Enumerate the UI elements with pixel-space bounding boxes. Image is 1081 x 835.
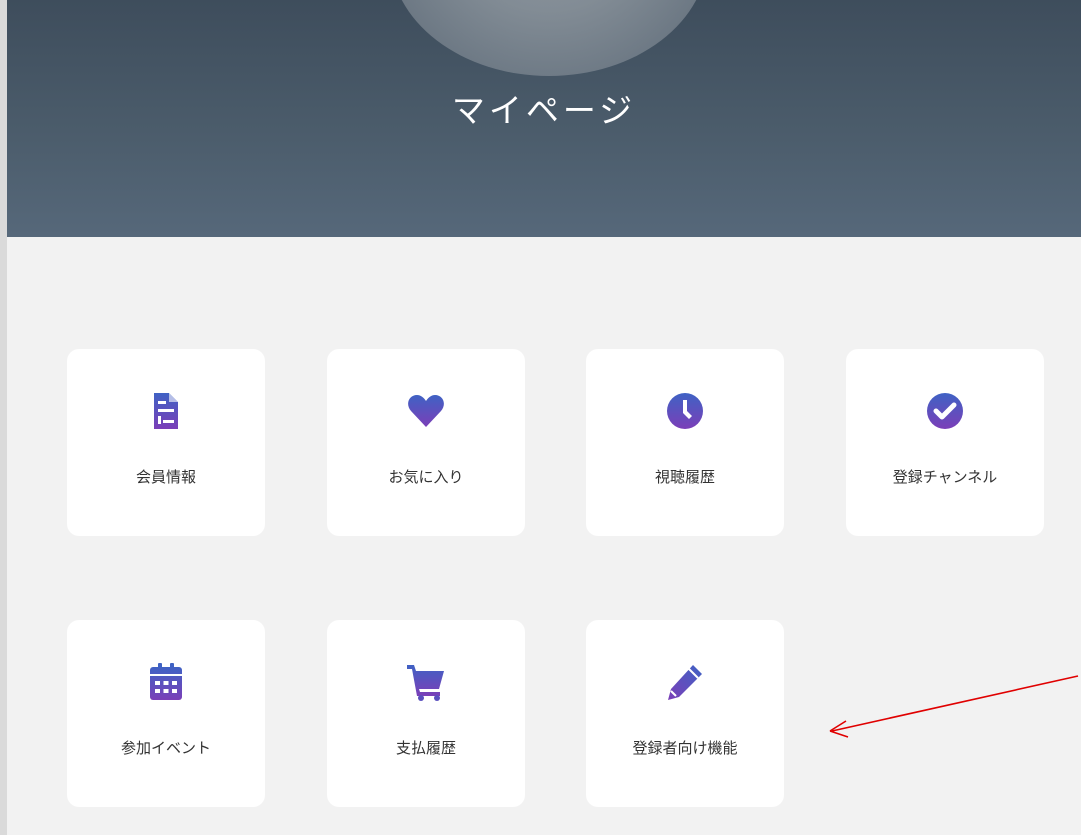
pencil-icon [665,662,705,702]
menu-card-member-info[interactable]: 会員情報 [67,349,265,536]
check-circle-icon [925,391,965,431]
menu-label: 登録チャンネル [892,468,998,486]
menu-card-creator-features[interactable]: 登録者向け機能 [586,620,784,807]
cart-icon [406,662,446,702]
moon-image [390,0,708,76]
menu-card-watch-history[interactable]: 視聴履歴 [586,349,784,536]
annotation-arrow [829,675,1079,738]
menu-label: 支払履歴 [395,739,456,757]
document-icon [146,391,186,431]
page-title: マイページ [451,91,637,130]
clock-icon [665,391,705,431]
menu-card-subscribed-channels[interactable]: 登録チャンネル [846,349,1044,536]
menu-card-joined-events[interactable]: 参加イベント [67,620,265,807]
calendar-icon [146,662,186,702]
menu-label: 参加イベント [120,739,211,757]
menu-label: 会員情報 [135,468,196,486]
menu-label: 視聴履歴 [654,468,715,486]
hero-banner: マイページ [7,0,1081,237]
heart-icon [406,391,446,431]
menu-label: お気に入り [388,468,464,486]
menu-card-payment-history[interactable]: 支払履歴 [327,620,525,807]
menu-card-favorites[interactable]: お気に入り [327,349,525,536]
menu-label: 登録者向け機能 [632,739,738,757]
